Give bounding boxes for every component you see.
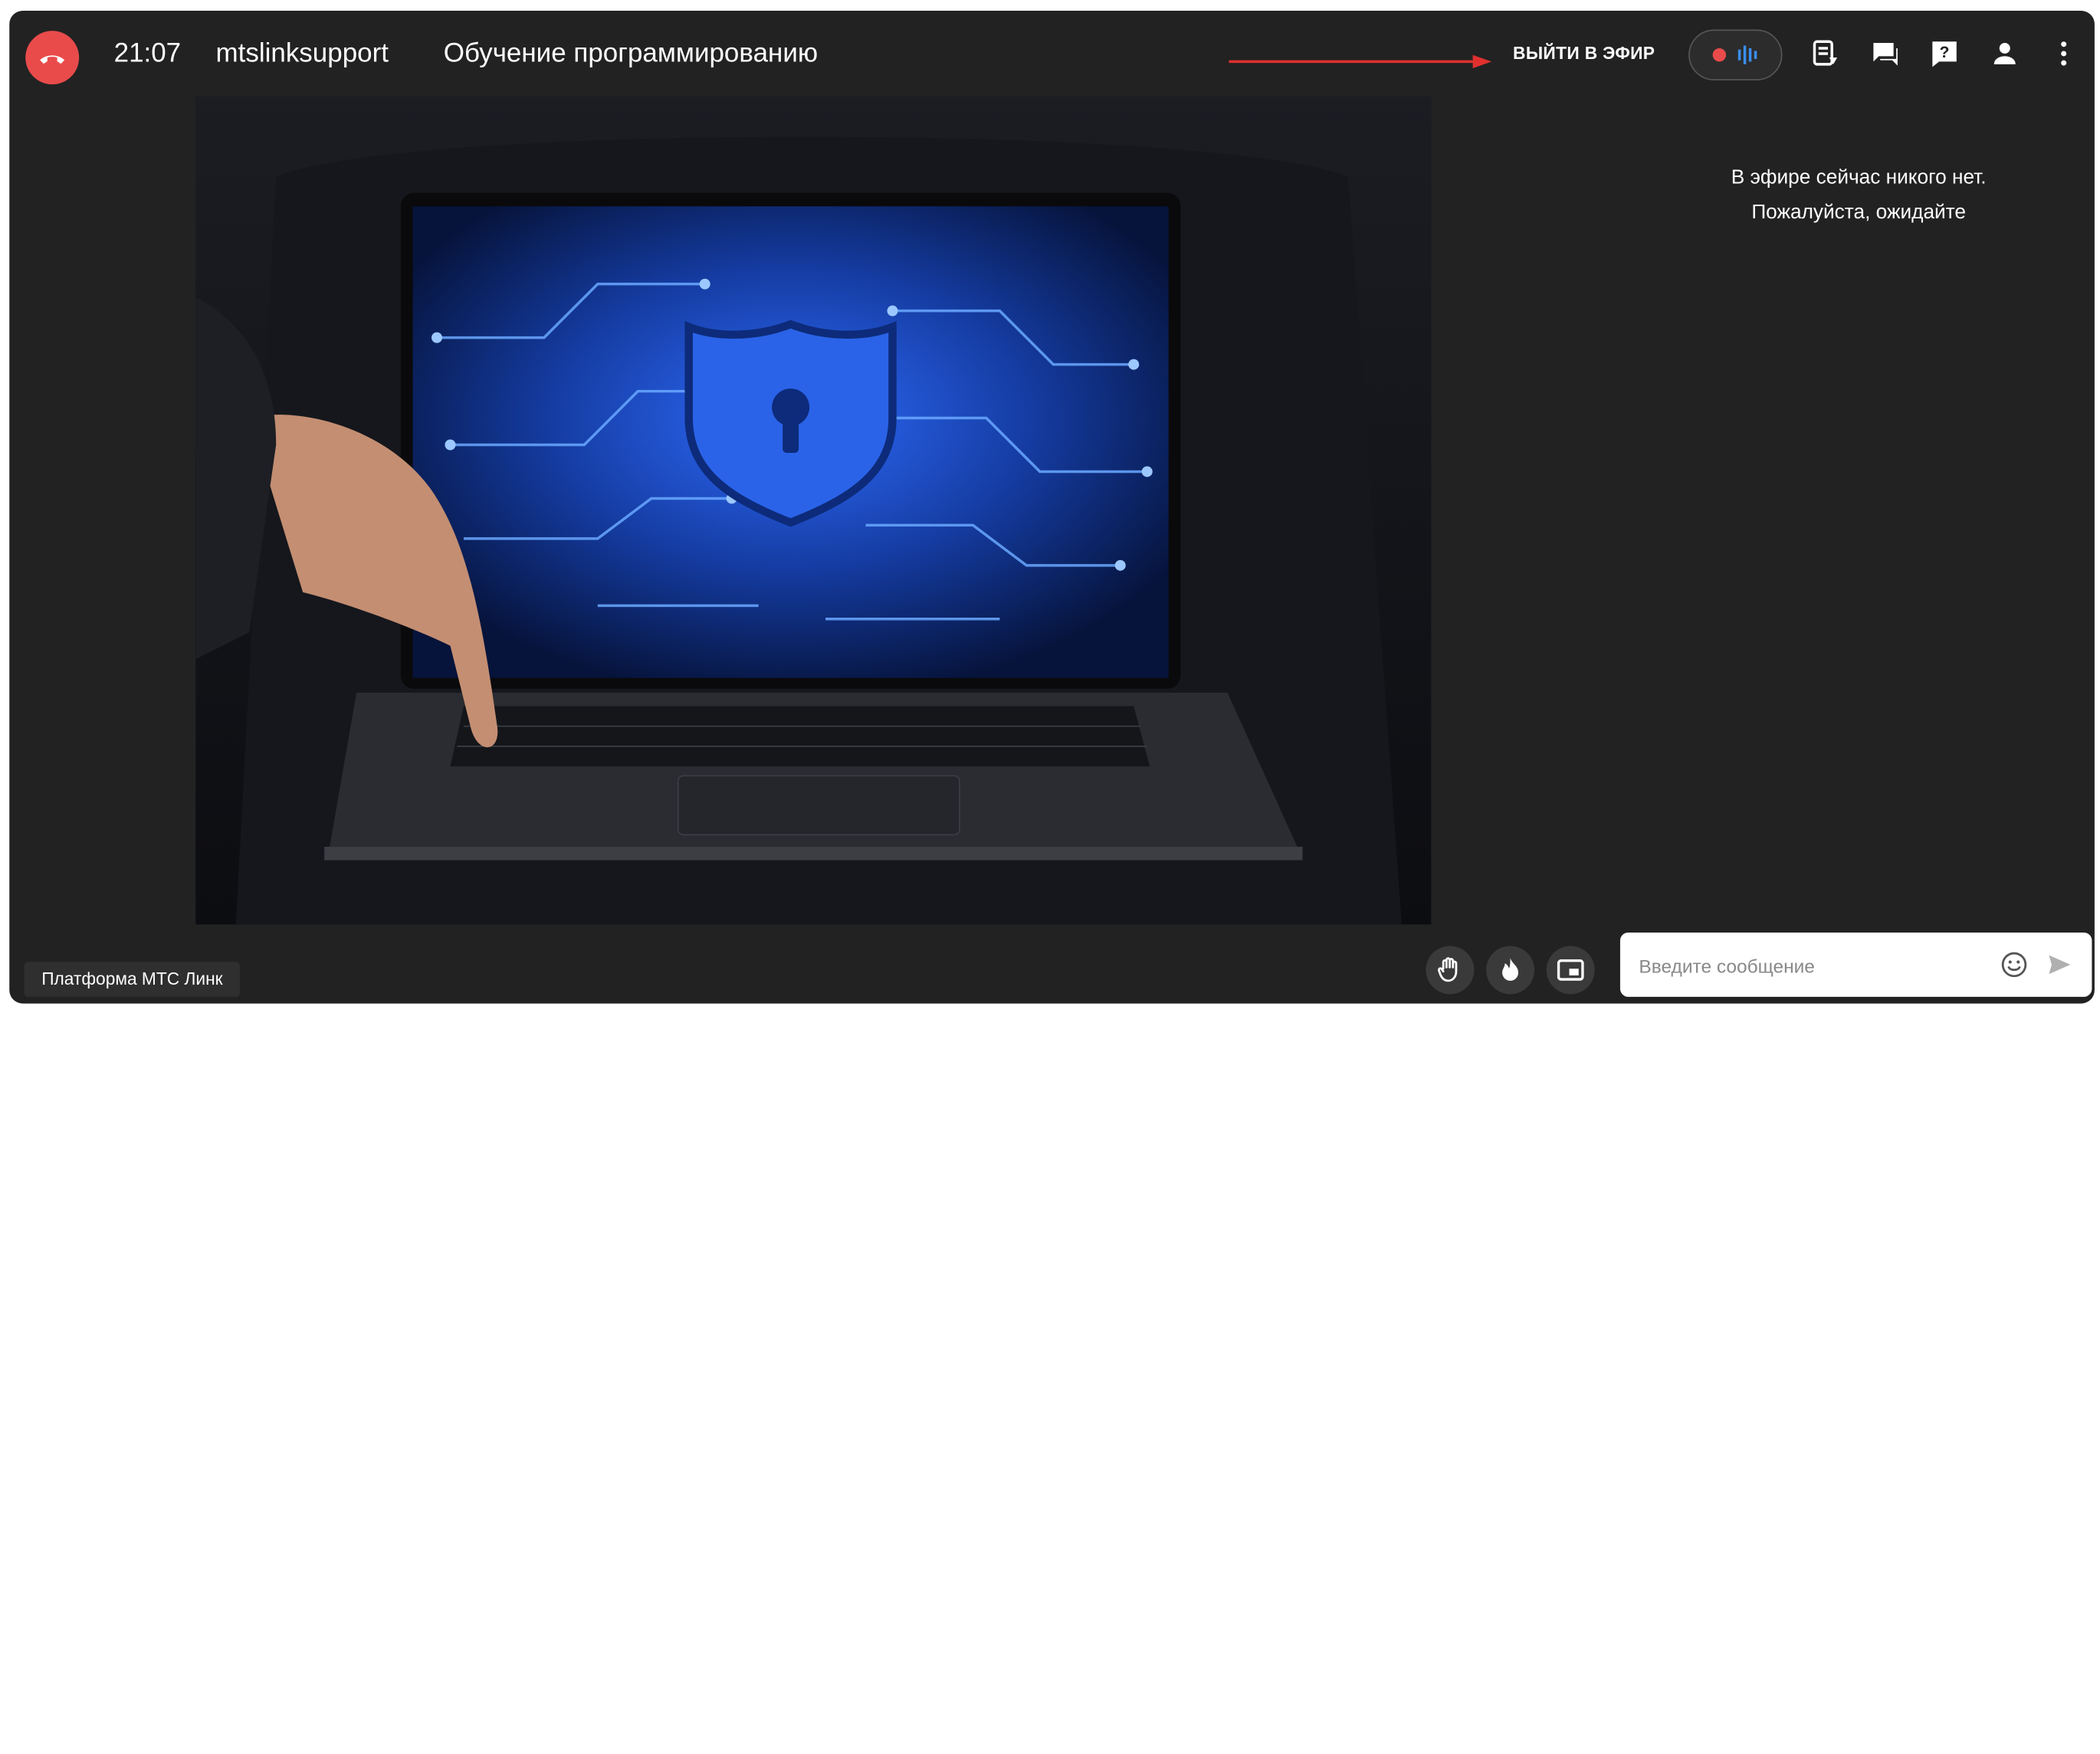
more-icon[interactable] xyxy=(2048,38,2080,70)
live-status-message: В эфире сейчас никого нет. Пожалуйста, о… xyxy=(1671,161,2046,231)
send-icon[interactable] xyxy=(2046,951,2073,978)
laptop-security-illustration xyxy=(195,96,1432,925)
svg-text:?: ? xyxy=(1940,44,1950,61)
event-title: Обучение программированию xyxy=(443,38,819,69)
picture-in-picture-button[interactable] xyxy=(1546,946,1595,995)
hand-icon xyxy=(1438,957,1458,982)
chat-icon[interactable] xyxy=(1869,38,1901,70)
fire-icon xyxy=(1502,958,1519,981)
webinar-window: 21:07 mtslinksupport Обучение программир… xyxy=(9,10,2095,1004)
pip-icon xyxy=(1557,959,1584,981)
session-time: 21:07 xyxy=(113,38,182,69)
message-composer xyxy=(1619,932,2092,997)
leave-call-button[interactable] xyxy=(25,31,80,85)
message-input[interactable] xyxy=(1636,948,1977,984)
phone-hangup-icon xyxy=(40,55,65,64)
question-icon[interactable]: ? xyxy=(1928,38,1961,70)
platform-badge: Платформа МТС Линк xyxy=(24,962,241,997)
participants-icon[interactable] xyxy=(1989,38,2021,70)
raise-hand-button[interactable] xyxy=(1426,946,1475,995)
audio-level-icon xyxy=(1737,45,1757,64)
record-dot-icon xyxy=(1712,48,1727,62)
recording-toggle[interactable] xyxy=(1688,29,1783,80)
arrow-annotation-icon xyxy=(1229,54,1492,69)
top-bar: 21:07 mtslinksupport Обучение программир… xyxy=(9,11,2095,97)
emoji-icon[interactable] xyxy=(2001,951,2028,978)
organization-name: mtslinksupport xyxy=(215,38,389,69)
status-line-2: Пожалуйста, ожидайте xyxy=(1751,201,1966,224)
status-line-1: В эфире сейчас никого нет. xyxy=(1731,166,1987,189)
reaction-button[interactable] xyxy=(1486,946,1535,995)
notes-icon[interactable] xyxy=(1809,38,1841,70)
go-live-button[interactable]: ВЫЙТИ В ЭФИР xyxy=(1513,43,1655,63)
presentation-image xyxy=(195,96,1432,925)
